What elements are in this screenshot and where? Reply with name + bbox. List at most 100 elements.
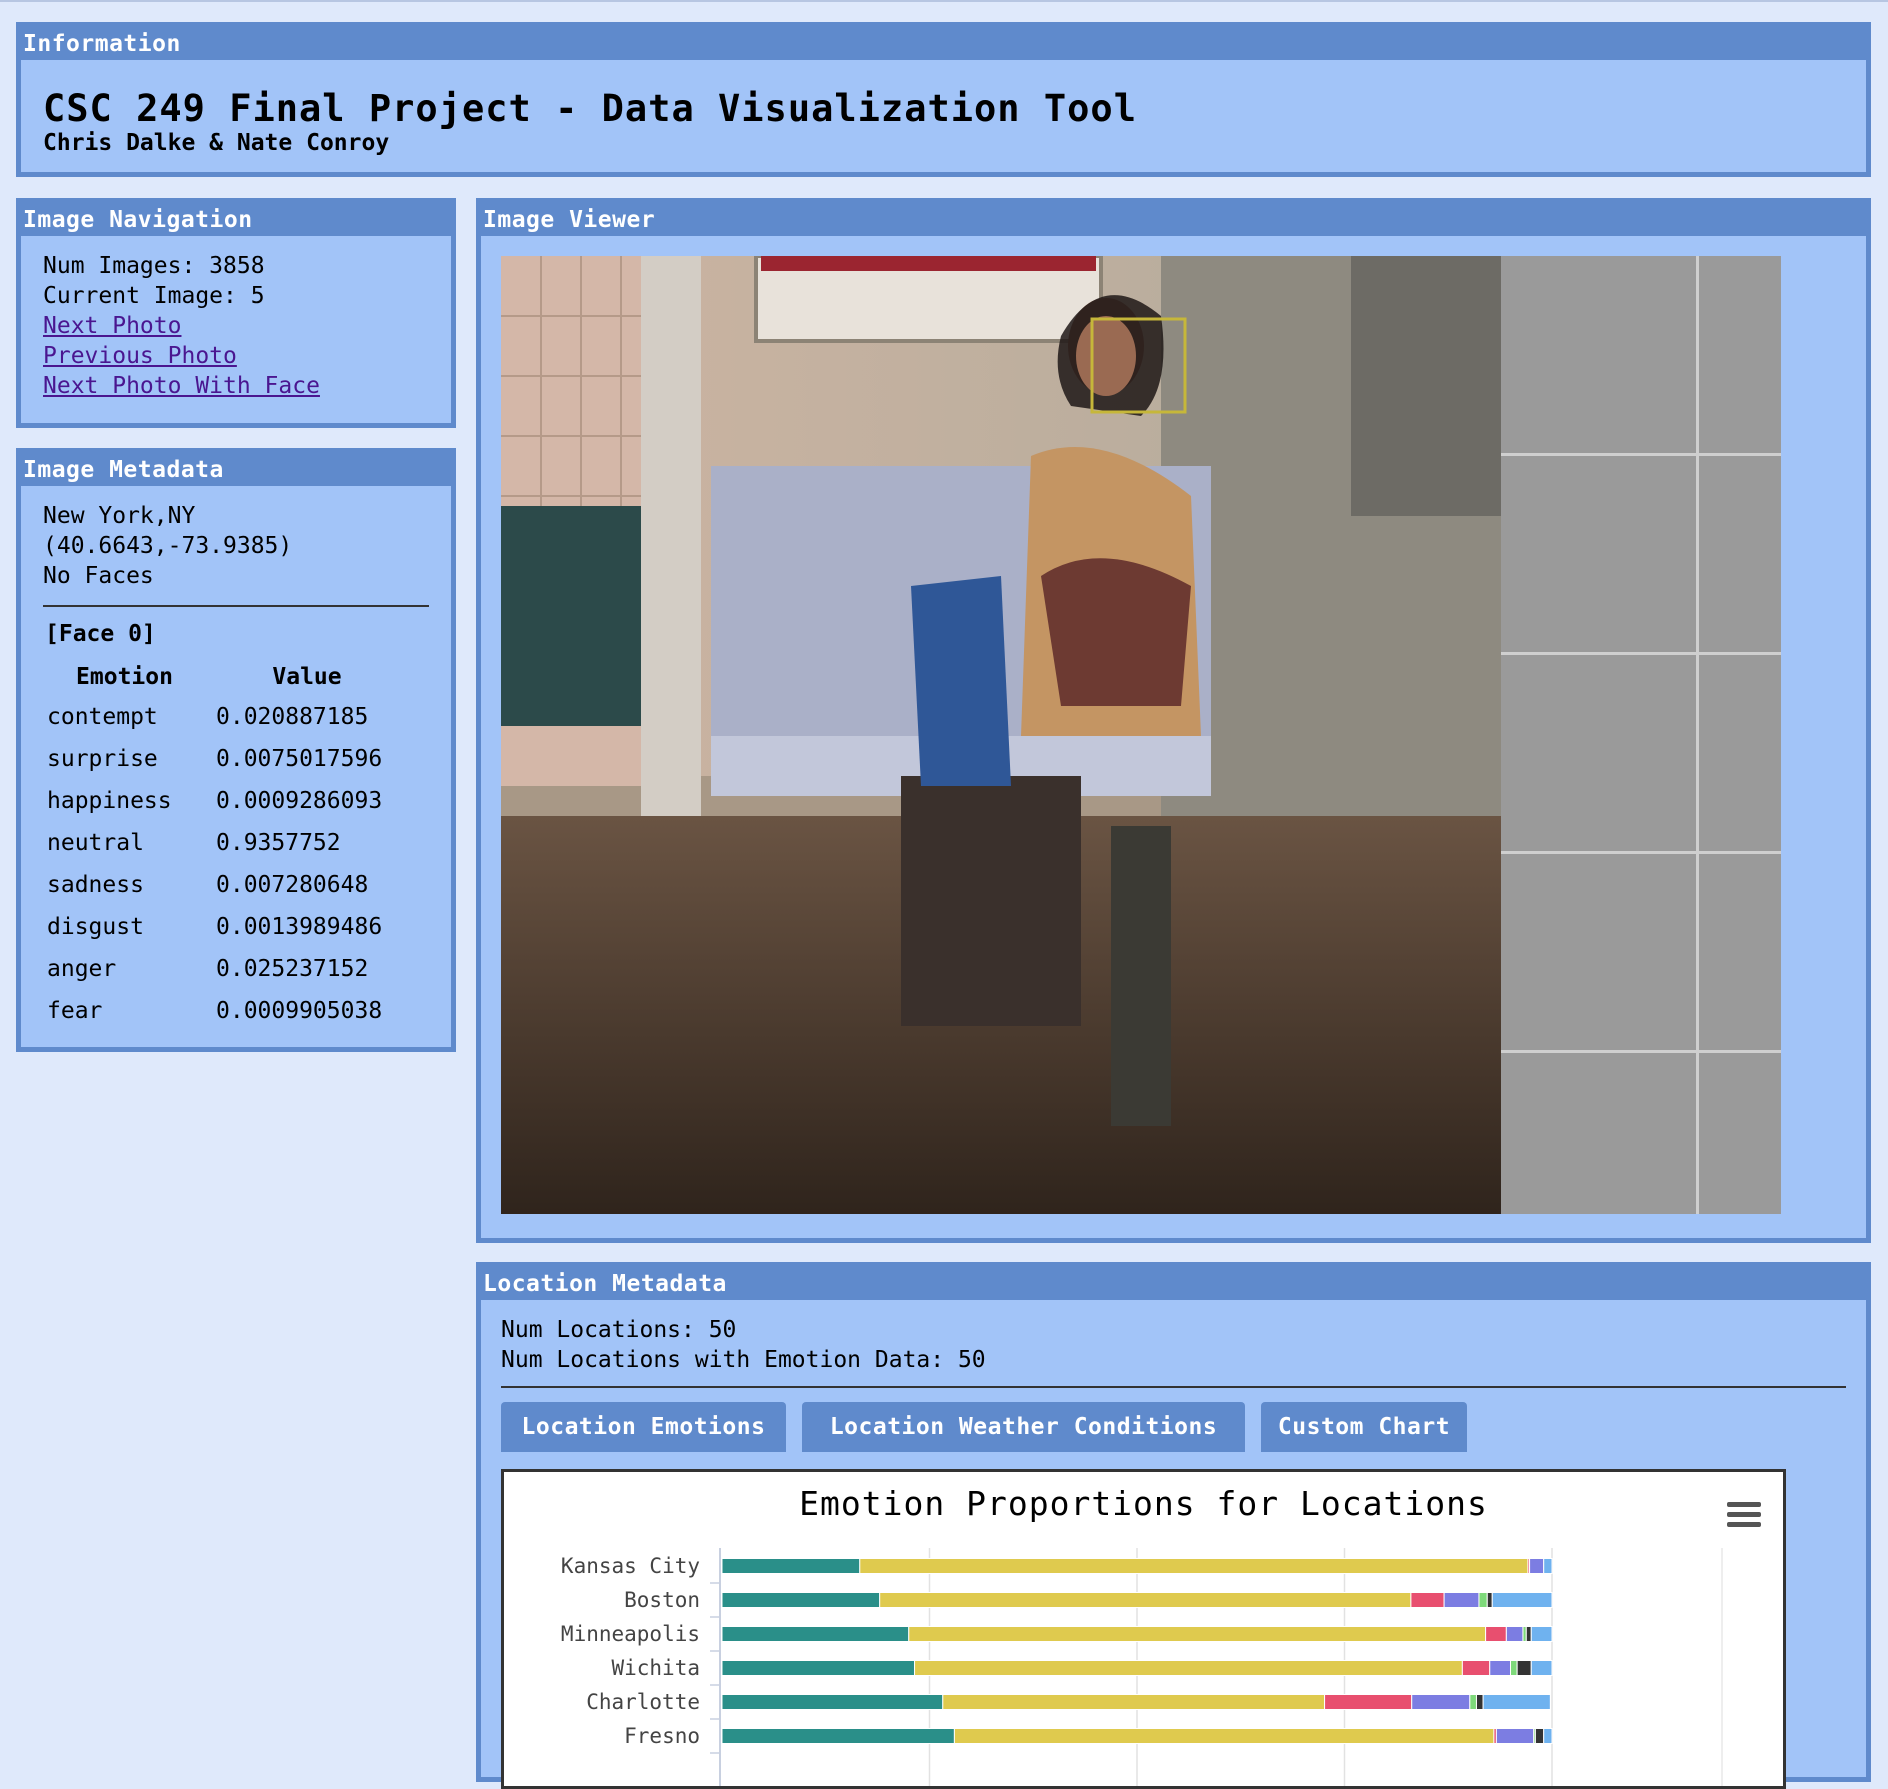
bar-segment — [721, 1592, 881, 1608]
location-metadata-panel: Location Metadata Num Locations: 50 Num … — [476, 1262, 1871, 1789]
tab-location-weather[interactable]: Location Weather Conditions — [802, 1402, 1245, 1452]
table-row: surprise 0.0075017596 — [47, 738, 412, 780]
bar-segment — [1505, 1626, 1524, 1642]
bar-segment — [1543, 1558, 1553, 1574]
information-panel: Information CSC 249 Final Project - Data… — [16, 22, 1871, 177]
bar-segment — [1510, 1660, 1518, 1676]
num-emotion-locations-text: Num Locations with Emotion Data: 50 — [501, 1347, 986, 1373]
bar-segment — [721, 1626, 910, 1642]
category-label: Minneapolis — [561, 1622, 700, 1646]
grid-line — [1696, 256, 1699, 1214]
category-label: Charlotte — [586, 1690, 700, 1714]
current-image-text: Current Image: 5 — [43, 283, 265, 309]
bar-segment — [1529, 1558, 1545, 1574]
previous-photo-link[interactable]: Previous Photo — [43, 341, 320, 371]
bar-segment — [879, 1592, 1412, 1608]
emotion-name: contempt — [47, 704, 158, 730]
authors-subtitle: Chris Dalke & Nate Conroy — [43, 130, 390, 156]
location-name: New York,NY — [43, 503, 196, 529]
category-label: Boston — [624, 1588, 700, 1612]
category-label: Wichita — [611, 1656, 700, 1680]
bar-segment — [1516, 1660, 1532, 1676]
information-header: Information — [21, 27, 1866, 60]
emotion-name: neutral — [47, 830, 144, 856]
tab-location-emotions[interactable]: Location Emotions — [501, 1402, 786, 1452]
location-metadata-header: Location Metadata — [481, 1267, 1866, 1300]
bar-segment — [1469, 1694, 1477, 1710]
bar-segment — [721, 1660, 916, 1676]
bar-segment — [1489, 1660, 1511, 1676]
grid-line — [1501, 453, 1781, 456]
bar-segment — [953, 1728, 1495, 1744]
bar-segment — [1482, 1694, 1551, 1710]
emotion-name: disgust — [47, 914, 144, 940]
thumbnail-grid — [1501, 256, 1781, 1214]
grid-line — [1501, 851, 1781, 854]
category-label: Fresno — [624, 1724, 700, 1748]
bar-segment — [1543, 1728, 1553, 1744]
emotion-value: 0.025237152 — [216, 956, 369, 982]
value-column-header: Value — [272, 664, 342, 690]
bar-segment — [1530, 1660, 1553, 1676]
bar-segment — [859, 1558, 1529, 1574]
emotion-name: sadness — [47, 872, 144, 898]
emotion-table: Emotion Value contempt 0.020887185 surpri… — [47, 658, 412, 1032]
bar-segment — [1410, 1592, 1445, 1608]
emotion-name: anger — [47, 956, 117, 982]
num-images-text: Num Images: 3858 — [43, 253, 265, 279]
emotion-value: 0.9357752 — [216, 830, 341, 856]
emotion-value: 0.007280648 — [216, 872, 369, 898]
chart-plot: Kansas City Boston Minneapolis Wichita Charl… — [561, 1548, 1723, 1786]
table-row: neutral 0.9357752 — [47, 822, 412, 864]
table-row: contempt 0.020887185 — [47, 696, 412, 738]
bar-segment — [1534, 1728, 1545, 1744]
bar-segment — [1491, 1592, 1553, 1608]
table-row: sadness 0.007280648 — [47, 864, 412, 906]
photo-illustration — [501, 256, 1501, 1214]
subway-photo — [501, 256, 1501, 1214]
page-title: CSC 249 Final Project - Data Visualizati… — [43, 87, 1137, 130]
emotion-value: 0.0009286093 — [216, 788, 383, 814]
category-label: Kansas City — [561, 1554, 700, 1578]
grid-line — [1501, 1050, 1781, 1053]
tab-custom-chart[interactable]: Custom Chart — [1261, 1402, 1467, 1452]
grid-line — [1501, 652, 1781, 655]
bar-segment — [1443, 1592, 1480, 1608]
emotion-column-header: Emotion — [76, 664, 173, 690]
bar-segment — [908, 1626, 1487, 1642]
bar-segment — [1461, 1660, 1491, 1676]
table-row: disgust 0.0013989486 — [47, 906, 412, 948]
bar-segment — [1525, 1626, 1532, 1642]
emotion-table-header-row: Emotion Value — [47, 658, 412, 696]
table-row: fear 0.0009905038 — [47, 990, 412, 1032]
next-photo-link[interactable]: Next Photo — [43, 311, 320, 341]
emotion-chart: Emotion Proportions for Locations Kansas… — [501, 1469, 1786, 1789]
bar-segment — [721, 1558, 861, 1574]
emotion-value: 0.0013989486 — [216, 914, 383, 940]
bar-segment — [721, 1728, 955, 1744]
emotion-value: 0.020887185 — [216, 704, 369, 730]
bar-segment — [721, 1694, 944, 1710]
bar-segment — [914, 1660, 1463, 1676]
bar-segment — [942, 1694, 1326, 1710]
location-divider — [501, 1386, 1846, 1388]
emotion-name: happiness — [47, 788, 172, 814]
window-top-border — [0, 0, 1888, 2]
table-row: anger 0.025237152 — [47, 948, 412, 990]
next-photo-with-face-link[interactable]: Next Photo With Face — [43, 371, 320, 401]
bar-segment — [1530, 1626, 1553, 1642]
emotion-name: surprise — [47, 746, 158, 772]
location-coordinates: (40.6643,-73.9385) — [43, 533, 293, 559]
bar-segment — [1324, 1694, 1413, 1710]
face-label: [Face 0] — [45, 621, 156, 647]
bar-segment — [1495, 1728, 1535, 1744]
metadata-divider — [43, 605, 429, 607]
image-viewer-header: Image Viewer — [481, 203, 1866, 236]
image-viewer-panel: Image Viewer — [476, 198, 1871, 1243]
emotion-value: 0.0009905038 — [216, 998, 383, 1024]
emotion-value: 0.0075017596 — [216, 746, 383, 772]
image-metadata-header: Image Metadata — [21, 453, 451, 486]
emotion-name: fear — [47, 998, 103, 1024]
bar-segment — [1478, 1592, 1488, 1608]
bar-segment — [1411, 1694, 1471, 1710]
